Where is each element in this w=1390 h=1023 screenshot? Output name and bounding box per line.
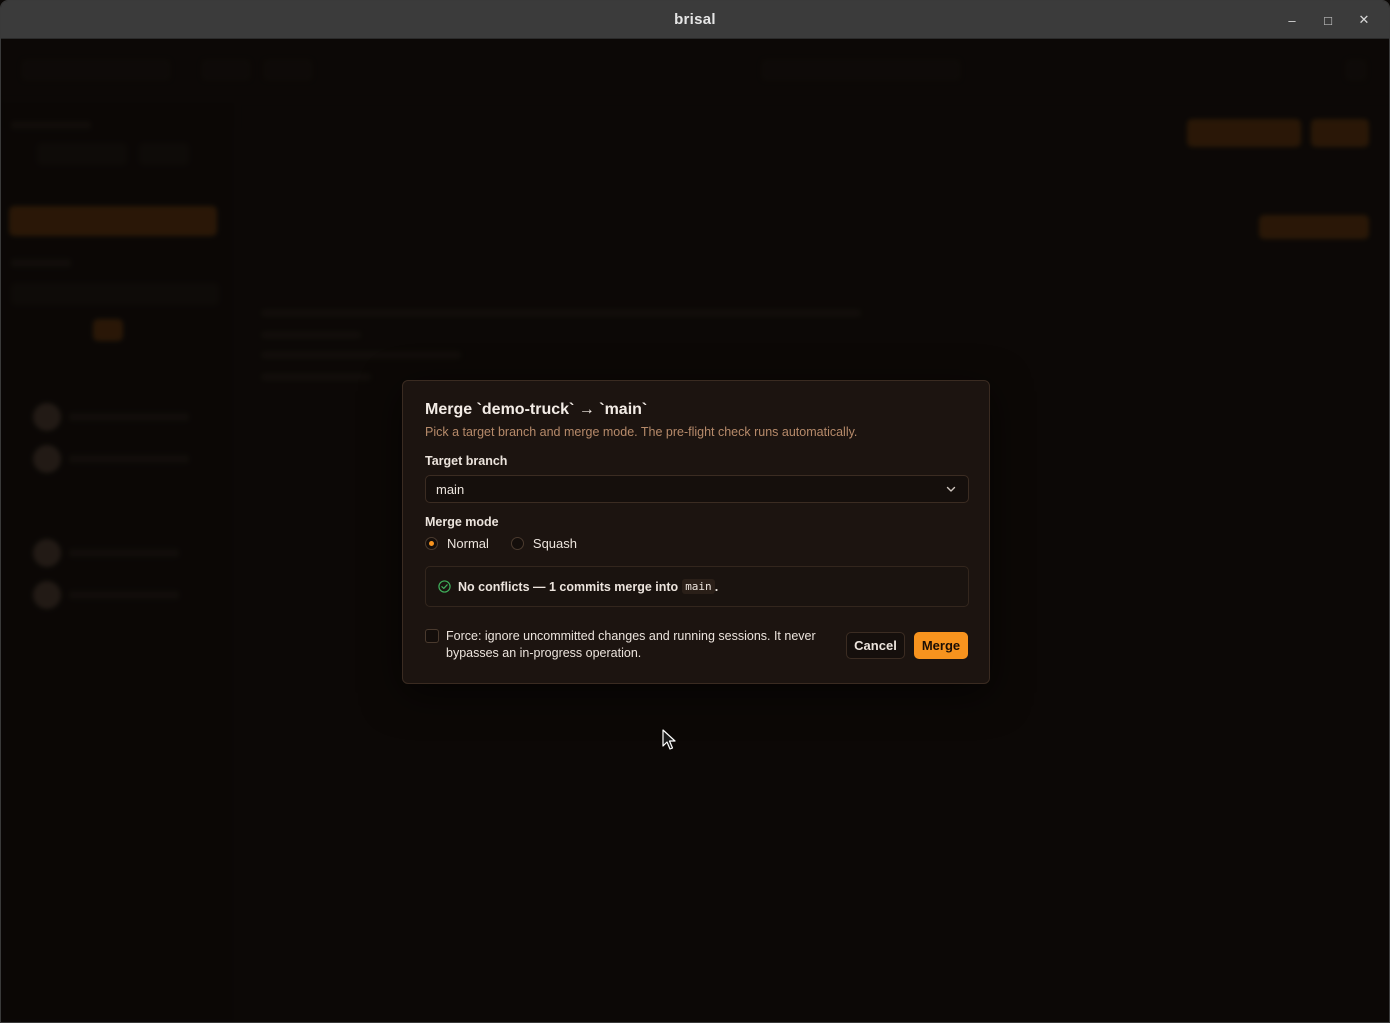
merge-mode-label: Merge mode <box>425 515 499 529</box>
radio-squash-label[interactable]: Squash <box>533 536 577 551</box>
radio-normal-label[interactable]: Normal <box>447 536 489 551</box>
mouse-cursor-icon <box>662 729 676 750</box>
window-controls: – □ ✕ <box>1281 9 1375 31</box>
status-text: No conflicts — 1 commits merge into <box>458 579 679 594</box>
app-window: brisal – □ ✕ Merge `demo-truck` → `main`… <box>0 0 1390 1023</box>
chevron-down-icon <box>946 486 956 492</box>
cancel-button[interactable]: Cancel <box>846 632 905 659</box>
status-branch-code: main <box>682 579 715 594</box>
merge-dialog: Merge `demo-truck` → `main` Pick a targe… <box>402 380 990 684</box>
maximize-icon[interactable]: □ <box>1317 9 1339 31</box>
preflight-status: No conflicts — 1 commits merge into main… <box>425 566 969 607</box>
merge-button[interactable]: Merge <box>914 632 968 659</box>
force-checkbox[interactable] <box>425 629 439 643</box>
target-branch-label: Target branch <box>425 454 508 468</box>
target-branch-select[interactable]: main <box>425 475 969 503</box>
minimize-icon[interactable]: – <box>1281 9 1303 31</box>
radio-normal[interactable] <box>425 537 438 550</box>
window-title: brisal <box>674 11 716 28</box>
status-suffix: . <box>714 579 719 594</box>
title-bar: brisal – □ ✕ <box>1 1 1389 39</box>
close-icon[interactable]: ✕ <box>1353 9 1375 31</box>
force-label[interactable]: Force: ignore uncommitted changes and ru… <box>446 628 836 662</box>
dialog-title: Merge `demo-truck` → `main` <box>425 401 648 418</box>
radio-squash[interactable] <box>510 537 524 550</box>
dialog-subtitle: Pick a target branch and merge mode. The… <box>425 425 858 439</box>
merge-mode-group: Normal Squash <box>425 536 577 551</box>
check-circle-icon <box>438 580 451 593</box>
target-branch-value: main <box>436 481 465 497</box>
